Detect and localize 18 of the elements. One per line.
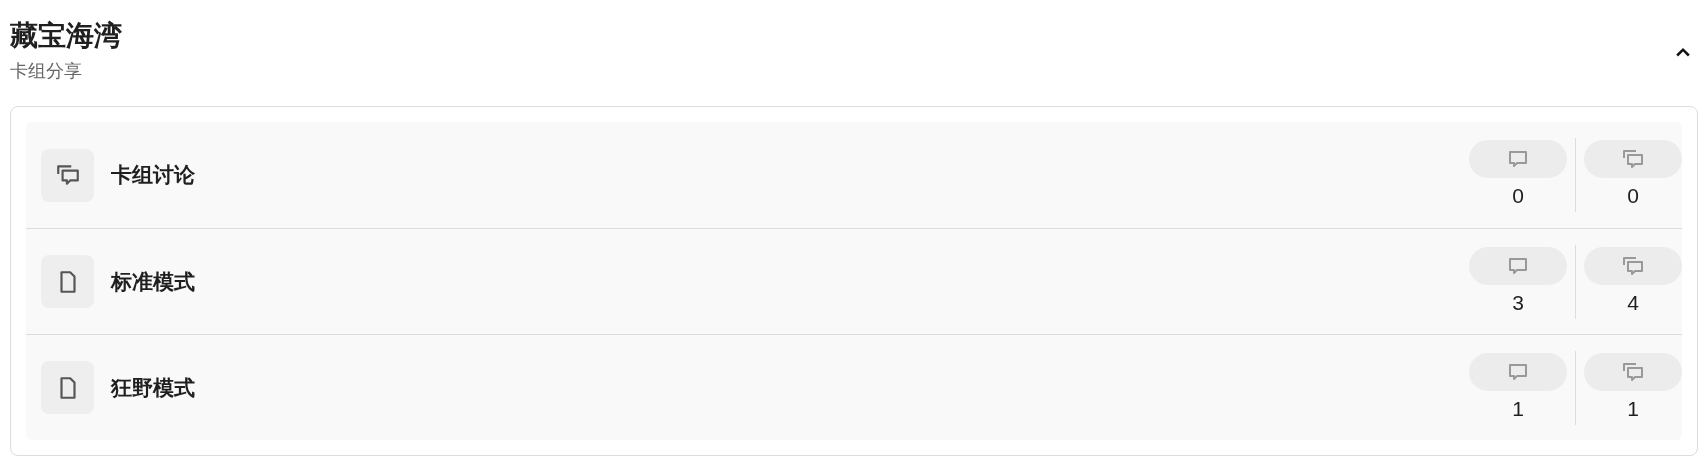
posts-count: 0 [1627,183,1639,209]
section-subtitle: 卡组分享 [10,60,83,83]
forum-row[interactable]: 狂野模式 1 1 [26,334,1682,440]
document-icon [41,361,94,414]
forum-name: 狂野模式 [111,374,196,401]
forum-row[interactable]: 卡组讨论 0 0 [26,122,1682,228]
section-title: 藏宝海湾 [10,19,122,53]
topics-count: 0 [1512,183,1524,209]
topics-count: 1 [1512,395,1524,422]
posts-count: 1 [1627,395,1639,422]
chat-icon [41,148,94,202]
forum-row[interactable]: 标准模式 3 4 [26,228,1682,334]
document-icon [41,255,94,308]
forum-name: 标准模式 [111,268,196,295]
topics-count: 3 [1512,289,1524,316]
posts-count: 4 [1627,289,1639,316]
forum-name: 卡组讨论 [111,162,196,189]
speech-bubbles-icon [1621,147,1645,171]
